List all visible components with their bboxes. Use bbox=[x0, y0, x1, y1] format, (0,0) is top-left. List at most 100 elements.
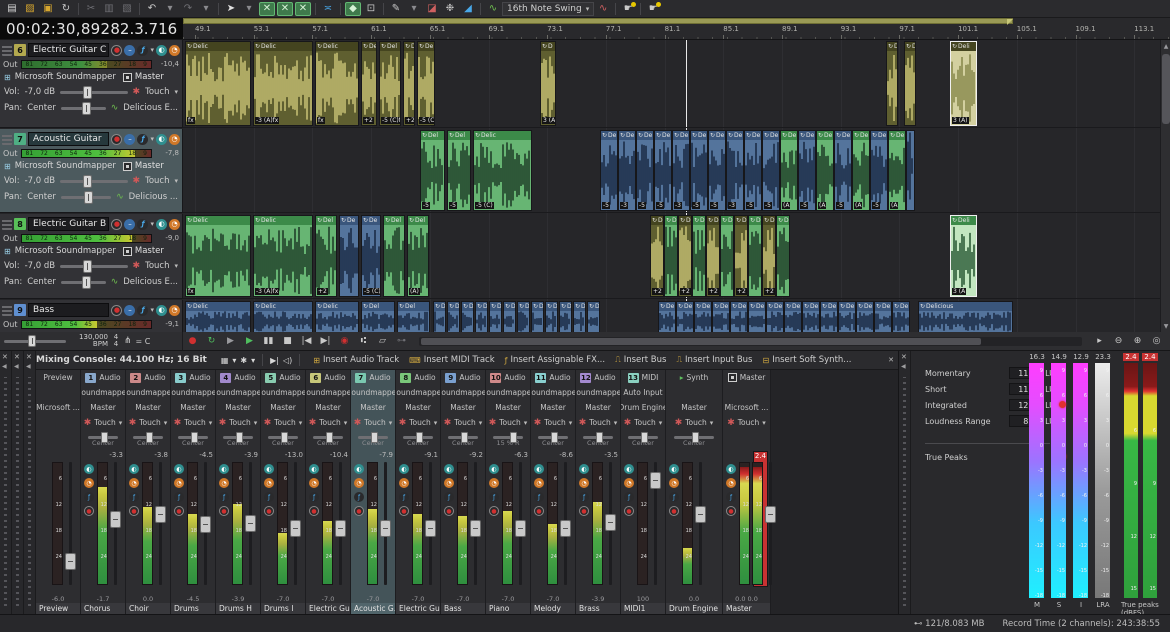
clip-fx-name[interactable]: Delicious E... bbox=[123, 103, 178, 113]
audio-clip[interactable]: ↻Delic-3 (A)fx bbox=[253, 41, 313, 126]
loop-region-bar[interactable] bbox=[183, 18, 1013, 24]
automation-mode[interactable]: Touch bbox=[274, 418, 296, 427]
strip-fader-lane[interactable] bbox=[429, 462, 432, 585]
gain-icon[interactable]: ◔ bbox=[624, 478, 634, 488]
pan-slider[interactable] bbox=[358, 436, 389, 439]
phase-icon[interactable]: ◐ bbox=[84, 464, 94, 474]
time-selection-tool-icon[interactable]: ≍ bbox=[320, 2, 336, 16]
fader-handle[interactable] bbox=[425, 520, 436, 537]
fx-icon[interactable]: ƒ bbox=[354, 492, 364, 502]
playback-device-name[interactable]: Microsoft Soundmapper bbox=[15, 72, 116, 82]
audio-clip[interactable]: ↻De bbox=[676, 301, 694, 332]
automation-mode[interactable]: Touch bbox=[738, 418, 760, 427]
zoom-out-time-icon[interactable]: ⊖ bbox=[1110, 334, 1127, 349]
audio-io-button[interactable]: ⊶ bbox=[393, 334, 410, 349]
punch-in-record-button[interactable]: ◉ bbox=[336, 334, 353, 349]
pan-slider[interactable] bbox=[61, 281, 106, 284]
horizontal-scrollbar[interactable] bbox=[419, 337, 1082, 346]
groove-pool-icon[interactable]: ∿ bbox=[485, 2, 501, 16]
zoom-in-time-icon[interactable]: ⊕ bbox=[1129, 334, 1146, 349]
insert-button-5[interactable]: ⊟Insert Soft Synth... bbox=[763, 355, 852, 365]
automation-mode[interactable]: Touch bbox=[145, 176, 169, 186]
track-header[interactable]: 8Electric Guitar B●–ƒ▾◐◔Out8172635445362… bbox=[0, 214, 183, 299]
clip-fx-icon[interactable]: ∿ bbox=[116, 192, 124, 202]
pause-button[interactable]: ▮▮ bbox=[260, 334, 277, 349]
pan-slider[interactable] bbox=[674, 436, 713, 439]
insert-button-3[interactable]: ⎍Insert Bus bbox=[615, 355, 666, 365]
automation-gear-icon[interactable]: ✱ bbox=[675, 418, 683, 428]
bus-assign-button[interactable]: Master bbox=[120, 245, 167, 257]
track-name-field[interactable]: Bass bbox=[28, 303, 109, 317]
pan-slider-handle[interactable] bbox=[326, 432, 333, 443]
audio-clip[interactable]: ↻Delic bbox=[185, 301, 251, 332]
automation-mode[interactable]: Touch bbox=[139, 418, 161, 427]
automation-mode[interactable]: Touch bbox=[94, 418, 116, 427]
automation-gear-icon[interactable]: ✱ bbox=[624, 418, 632, 428]
strip-fader-lane[interactable] bbox=[69, 462, 72, 585]
new-file-icon[interactable]: ▤ bbox=[4, 2, 20, 16]
gain-icon[interactable]: ◔ bbox=[309, 478, 319, 488]
strip-name[interactable]: MIDI1 bbox=[621, 603, 665, 614]
mixer-strip[interactable]: ▸SynthMaster✱Touch▾Center◐◔ƒ●61218240.0D… bbox=[666, 370, 723, 614]
strip-fader-lane[interactable] bbox=[294, 462, 297, 585]
automation-gear-icon[interactable]: ✱ bbox=[264, 418, 272, 428]
phase-button[interactable]: ◐ bbox=[156, 45, 167, 56]
chevron-down-icon[interactable]: ▾ bbox=[762, 419, 766, 427]
mute-button[interactable]: – bbox=[124, 45, 135, 56]
record-arm-icon[interactable]: ● bbox=[669, 506, 679, 516]
record-arm-icon[interactable]: ● bbox=[354, 506, 364, 516]
automation-gear-icon[interactable]: ✱ bbox=[727, 418, 735, 428]
automation-gear-icon[interactable]: ✱ bbox=[354, 418, 362, 428]
audio-clip[interactable]: ↻De bbox=[339, 215, 359, 297]
speaker-icon[interactable]: ◁) bbox=[283, 356, 292, 365]
bus-assign-button[interactable]: Master bbox=[120, 160, 167, 172]
audio-clip[interactable]: ↻De-3 bbox=[672, 130, 690, 211]
automation-gear-icon[interactable]: ✱ bbox=[444, 418, 452, 428]
automation-gear-icon[interactable]: ✱ bbox=[133, 176, 141, 186]
mixer-strip[interactable]: 12AudioSoundmapperMaster✱Touch▾Center-3.… bbox=[576, 370, 621, 614]
track-fx-button[interactable]: ƒ bbox=[137, 134, 148, 145]
pan-slider-handle[interactable] bbox=[551, 432, 558, 443]
audio-clip[interactable]: ↻De-5 bbox=[798, 130, 816, 211]
fader-handle[interactable] bbox=[335, 520, 346, 537]
pan-slider-handle[interactable] bbox=[596, 432, 603, 443]
gain-button[interactable]: ◔ bbox=[169, 134, 180, 145]
chevron-down-icon[interactable]: ▾ bbox=[710, 419, 714, 427]
pan-slider[interactable] bbox=[133, 436, 164, 439]
audio-clip[interactable]: ↻De bbox=[784, 301, 802, 332]
mixer-strip[interactable]: 7AudioSoundmapperMaster✱Touch▾Center-7.9… bbox=[351, 370, 396, 614]
fader-handle[interactable] bbox=[515, 520, 526, 537]
chevron-down-icon[interactable]: ▾ bbox=[150, 220, 154, 228]
gain-icon[interactable]: ◔ bbox=[354, 478, 364, 488]
track-header[interactable]: 6Electric Guitar C●–ƒ▾◐◔Out8172635445362… bbox=[0, 40, 183, 128]
chevron-down-icon[interactable]: ▾ bbox=[254, 419, 258, 427]
draw-caret-icon[interactable]: ▾ bbox=[406, 2, 422, 16]
track-drag-handle[interactable] bbox=[2, 218, 12, 230]
strip-name[interactable]: Piano bbox=[486, 603, 530, 614]
record-arm-icon[interactable]: ● bbox=[174, 506, 184, 516]
insert-button-2[interactable]: ƒInsert Assignable FX... bbox=[505, 355, 605, 365]
record-arm-button[interactable]: ● bbox=[111, 134, 122, 145]
audio-clip[interactable]: ↻D bbox=[904, 41, 916, 126]
timeline-lanes[interactable]: ↻Delicfx↻Delic-3 (A)fx↻Delicfx↻De+2↻Del-… bbox=[183, 40, 1170, 332]
audio-clip[interactable]: ↻D+2 bbox=[706, 215, 720, 297]
strip-name[interactable]: Drum Engine bbox=[666, 603, 722, 614]
strip-fader-lane[interactable] bbox=[249, 462, 252, 585]
record-arm-icon[interactable]: ● bbox=[534, 506, 544, 516]
fader-handle[interactable] bbox=[65, 553, 76, 570]
record-arm-icon[interactable]: ● bbox=[726, 506, 736, 516]
mixer-strip[interactable]: MasterMicrosoft ...✱Touch▾2.4◐◔ƒ●6121824… bbox=[723, 370, 771, 614]
audio-clip[interactable]: ↻De-5 bbox=[870, 130, 888, 211]
pan-slider-handle[interactable] bbox=[416, 432, 423, 443]
fx-icon[interactable]: ƒ bbox=[726, 492, 736, 502]
mute-button[interactable]: – bbox=[124, 219, 135, 230]
automation-gear-icon[interactable]: ✱ bbox=[309, 418, 317, 428]
audio-clip[interactable]: ↻De bbox=[856, 301, 874, 332]
clip-fx-name[interactable]: Delicious ... bbox=[129, 192, 178, 202]
record-arm-icon[interactable]: ● bbox=[444, 506, 454, 516]
audio-clip[interactable]: ↻Delicfx bbox=[185, 215, 251, 297]
strip-fader-lane[interactable] bbox=[474, 462, 477, 585]
audio-clip[interactable]: ↻De(A bbox=[852, 130, 870, 211]
pan-slider-handle[interactable] bbox=[84, 191, 93, 204]
pan-slider-handle[interactable] bbox=[692, 432, 699, 443]
